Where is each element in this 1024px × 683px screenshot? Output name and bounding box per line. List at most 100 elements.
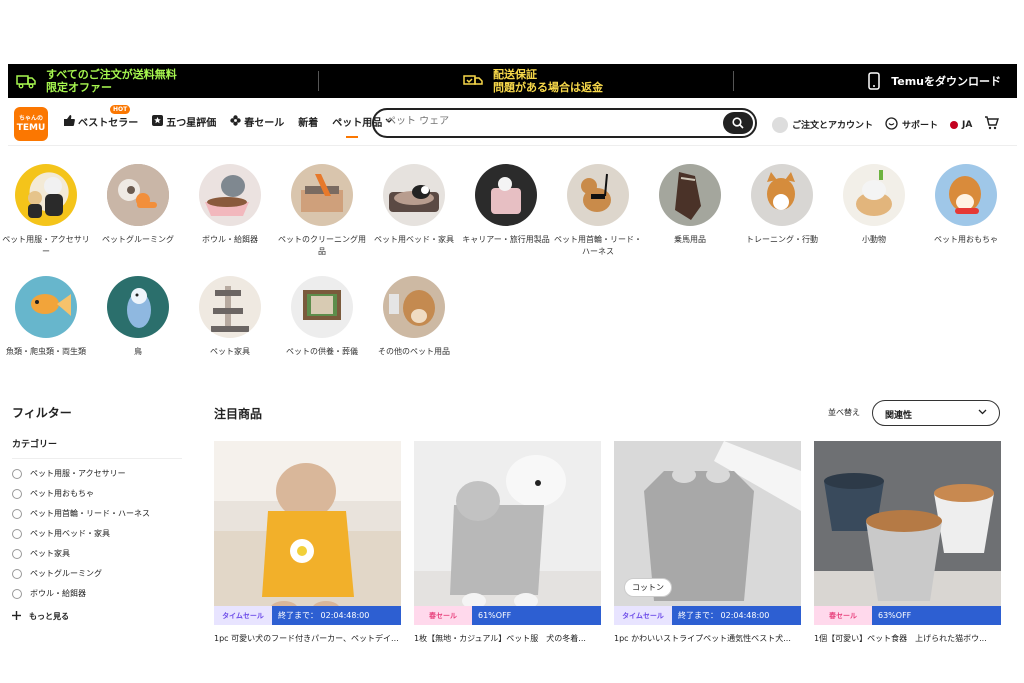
- cart-button[interactable]: [984, 116, 1000, 133]
- badge-label: タイムセール: [614, 606, 672, 625]
- category-equestrian[interactable]: 乗馬用品: [645, 164, 735, 246]
- guarantee-title: 配送保証: [493, 68, 537, 81]
- filter-option[interactable]: ボウル・給餌器: [12, 588, 187, 599]
- product-image[interactable]: 春セール 61%OFF: [414, 441, 601, 625]
- app-download[interactable]: Temuをダウンロード: [867, 72, 1001, 90]
- filter-title: フィルター: [12, 406, 72, 420]
- radio-button[interactable]: [12, 488, 22, 499]
- category-label: ペット用服・アクセサリー: [2, 235, 90, 256]
- sale-badge: 春セール 61%OFF: [414, 606, 601, 625]
- badge-info: 終了まで： 02:04:48:00: [278, 611, 370, 620]
- category-label: ペット家具: [210, 347, 250, 356]
- category-image: [291, 276, 353, 338]
- limited-offer-text: 限定オファー: [46, 81, 112, 94]
- radio-button[interactable]: [12, 588, 22, 599]
- category-pet-clothing[interactable]: ペット用服・アクセサリー: [1, 164, 91, 258]
- product-card[interactable]: タイムセール 終了まで： 02:04:48:00 1pc 可愛い犬のフード付きパ…: [214, 441, 401, 644]
- filter-option-label: ペットグルーミング: [30, 569, 102, 578]
- category-image: [383, 164, 445, 226]
- chevron-down-icon: [978, 408, 987, 418]
- header-actions: ご注文とアカウント サポート JA: [772, 116, 1000, 133]
- category-pet-furniture[interactable]: ペット家具: [185, 276, 275, 358]
- category-image: [935, 164, 997, 226]
- support-link[interactable]: サポート: [885, 116, 938, 133]
- radio-button[interactable]: [12, 508, 22, 519]
- nav-bestseller-label: ベストセラー: [78, 118, 139, 129]
- nav-bestseller[interactable]: ベストセラー HOT: [64, 105, 139, 129]
- category-toys[interactable]: ペット用おもちゃ: [921, 164, 1011, 246]
- category-label: 小動物: [862, 235, 886, 244]
- category-small-animals[interactable]: 小動物: [829, 164, 919, 246]
- filter-option-label: ペット用服・アクセサリー: [30, 469, 126, 478]
- product-image[interactable]: コットン タイムセール 終了まで： 02:04:48:00: [614, 441, 801, 625]
- nav-spring-sale[interactable]: 春セール: [230, 114, 284, 129]
- search-bar: [372, 108, 757, 138]
- radio-button[interactable]: [12, 528, 22, 539]
- category-image: [751, 164, 813, 226]
- badge-info: 終了まで： 02:04:48:00: [678, 611, 770, 620]
- category-pet-grooming[interactable]: ペットグルーミング: [93, 164, 183, 246]
- category-collars[interactable]: ペット用首輪・リード・ハーネス: [553, 164, 643, 258]
- category-image: [15, 276, 77, 338]
- category-cleaning[interactable]: ペットのクリーニング用品: [277, 164, 367, 258]
- search-button[interactable]: [723, 112, 753, 134]
- phone-icon: [867, 72, 881, 90]
- sale-badge: タイムセール 終了まで： 02:04:48:00: [614, 606, 801, 625]
- radio-button[interactable]: [12, 548, 22, 559]
- product-image[interactable]: タイムセール 終了まで： 02:04:48:00: [214, 441, 401, 625]
- free-shipping-promo[interactable]: すべてのご注文が送料無料 限定オファー: [16, 68, 177, 94]
- product-image[interactable]: 春セール 63%OFF: [814, 441, 1001, 625]
- show-more-button[interactable]: もっと見る: [12, 611, 187, 622]
- japan-flag-icon: [950, 120, 959, 129]
- sort-dropdown[interactable]: 関連性: [872, 400, 1000, 426]
- badge-label: 春セール: [414, 606, 472, 625]
- category-carriers[interactable]: キャリアー・旅行用製品: [461, 164, 551, 246]
- category-other[interactable]: その他のペット用品: [369, 276, 459, 358]
- filter-option[interactable]: ペット用おもちゃ: [12, 488, 187, 499]
- language-selector[interactable]: JA: [950, 120, 972, 130]
- radio-button[interactable]: [12, 568, 22, 579]
- category-image: [291, 164, 353, 226]
- product-card[interactable]: コットン タイムセール 終了まで： 02:04:48:00 1pc かわいいスト…: [614, 441, 801, 644]
- hot-badge: HOT: [110, 105, 131, 114]
- guarantee-desc: 問題がある場合は返金: [493, 81, 603, 94]
- category-image: [199, 164, 261, 226]
- category-birds[interactable]: 鳥: [93, 276, 183, 358]
- category-image: [199, 276, 261, 338]
- category-label: ペット用おもちゃ: [934, 235, 998, 244]
- nav-five-star[interactable]: 五つ星評価: [152, 114, 216, 129]
- category-fish-reptiles[interactable]: 魚類・爬虫類・両生類: [1, 276, 91, 358]
- product-card[interactable]: 春セール 61%OFF 1枚【無地・カジュアル】ペット服 犬の冬着...: [414, 441, 601, 644]
- product-title[interactable]: 1pc 可愛い犬のフード付きパーカー、ペットデイ...: [214, 633, 401, 644]
- delivery-guarantee[interactable]: 配送保証 問題がある場合は返金: [463, 68, 603, 94]
- account-menu[interactable]: ご注文とアカウント: [772, 116, 873, 133]
- filter-option[interactable]: ペット用服・アクセサリー: [12, 468, 187, 479]
- nav-new[interactable]: 新着: [298, 114, 318, 129]
- promo-banner: すべてのご注文が送料無料 限定オファー 配送保証 問題がある場合は返金 Temu…: [8, 64, 1017, 98]
- category-memorial[interactable]: ペットの供養・葬儀: [277, 276, 367, 358]
- category-beds[interactable]: ペット用ベッド・家具: [369, 164, 459, 246]
- filter-option[interactable]: ペット用ベッド・家具: [12, 528, 187, 539]
- badge-info: 61%OFF: [478, 611, 512, 620]
- product-title[interactable]: 1pc かわいいストライプペット通気性ベスト犬...: [614, 633, 801, 644]
- temu-logo[interactable]: ちゃんの TEMU: [14, 107, 48, 141]
- filter-option[interactable]: ペットグルーミング: [12, 568, 187, 579]
- radio-button[interactable]: [12, 468, 22, 479]
- badge-label: 春セール: [814, 606, 872, 625]
- category-training[interactable]: トレーニング・行動: [737, 164, 827, 246]
- category-label: その他のペット用品: [378, 347, 450, 356]
- category-image: [567, 164, 629, 226]
- product-title[interactable]: 1枚【無地・カジュアル】ペット服 犬の冬着...: [414, 633, 601, 644]
- category-label: 鳥: [134, 347, 142, 356]
- filter-option[interactable]: ペット用首輪・リード・ハーネス: [12, 508, 187, 519]
- category-heading: カテゴリー: [12, 437, 182, 459]
- category-label: トレーニング・行動: [746, 235, 818, 244]
- product-title[interactable]: 1個【可愛い】ペット食器 上げられた猫ボウ...: [814, 633, 1001, 644]
- show-more-label: もっと見る: [29, 612, 69, 621]
- search-input[interactable]: [386, 116, 706, 127]
- product-card[interactable]: 春セール 63%OFF 1個【可愛い】ペット食器 上げられた猫ボウ...: [814, 441, 1001, 644]
- category-bowls[interactable]: ボウル・給餌器: [185, 164, 275, 246]
- material-tag: コットン: [624, 578, 672, 597]
- filter-option[interactable]: ペット家具: [12, 548, 187, 559]
- active-underline: [346, 136, 359, 138]
